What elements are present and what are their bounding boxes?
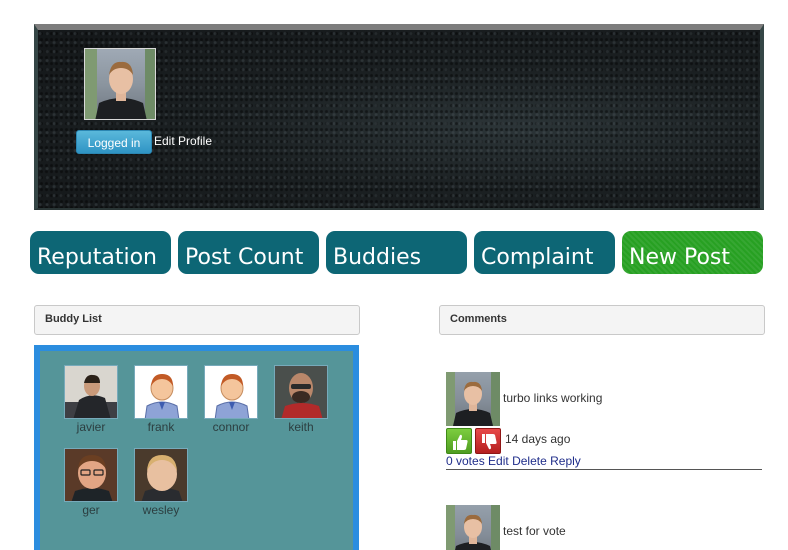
default-person-icon xyxy=(135,366,187,418)
delete-comment-link[interactable]: Delete xyxy=(512,454,547,468)
buddy-item-javier[interactable]: javier xyxy=(61,365,121,434)
buddy-name: frank xyxy=(147,420,175,434)
logged-in-button[interactable]: Logged in xyxy=(76,130,152,154)
user-avatar-icon xyxy=(85,49,155,119)
comment-item: test for vote xyxy=(446,505,762,550)
buddy-name: wesley xyxy=(142,503,180,517)
default-person-icon xyxy=(205,366,257,418)
buddy-photo xyxy=(274,365,328,419)
buddy-name: keith xyxy=(288,420,314,434)
comment-avatar[interactable] xyxy=(446,505,500,550)
comment-avatar[interactable] xyxy=(446,372,500,426)
buddy-photo xyxy=(204,365,258,419)
comment-item: turbo links working 14 days ago 0 votes … xyxy=(446,372,762,470)
comment-text: turbo links working xyxy=(503,391,603,405)
tab-buddies[interactable]: Buddies xyxy=(326,231,467,274)
buddy-photo-icon xyxy=(275,366,327,418)
comment-timestamp: 14 days ago xyxy=(505,432,571,446)
comments-header: Comments xyxy=(439,305,765,335)
buddy-photo xyxy=(64,365,118,419)
buddy-photo-icon xyxy=(65,449,117,501)
edit-profile-link[interactable]: Edit Profile xyxy=(154,134,212,148)
buddy-photo-icon xyxy=(135,449,187,501)
vote-down-button[interactable] xyxy=(475,428,501,454)
vote-count: 0 votes xyxy=(446,454,485,468)
buddy-name: javier xyxy=(76,420,106,434)
buddy-photo xyxy=(134,365,188,419)
tab-reputation[interactable]: Reputation xyxy=(30,231,171,274)
user-avatar-icon xyxy=(446,372,500,426)
buddy-item-connor[interactable]: connor xyxy=(201,365,261,434)
edit-comment-link[interactable]: Edit xyxy=(488,454,509,468)
buddy-item-ger[interactable]: ger xyxy=(61,448,121,517)
buddy-list-panel: javier frank connor keith ger wesley xyxy=(34,345,359,550)
buddy-item-keith[interactable]: keith xyxy=(271,365,331,434)
buddy-name: ger xyxy=(82,503,100,517)
profile-photo[interactable] xyxy=(84,48,156,120)
buddy-item-frank[interactable]: frank xyxy=(131,365,191,434)
buddy-name: connor xyxy=(212,420,250,434)
buddy-list-header: Buddy List xyxy=(34,305,360,335)
tab-post-count[interactable]: Post Count xyxy=(178,231,319,274)
buddy-photo xyxy=(64,448,118,502)
buddy-photo-icon xyxy=(65,366,117,418)
user-avatar-icon xyxy=(446,505,500,550)
buddy-photo xyxy=(134,448,188,502)
buddy-item-wesley[interactable]: wesley xyxy=(131,448,191,517)
comment-actions: 0 votes Edit Delete Reply xyxy=(446,454,762,470)
thumbs-up-icon xyxy=(453,434,468,450)
thumbs-down-icon xyxy=(482,434,497,450)
comment-text: test for vote xyxy=(503,524,566,538)
vote-up-button[interactable] xyxy=(446,428,472,454)
reply-comment-link[interactable]: Reply xyxy=(550,454,581,468)
tab-complaint[interactable]: Complaint xyxy=(474,231,615,274)
profile-banner: Logged in Edit Profile xyxy=(34,24,764,210)
tab-new-post[interactable]: New Post xyxy=(622,231,763,274)
